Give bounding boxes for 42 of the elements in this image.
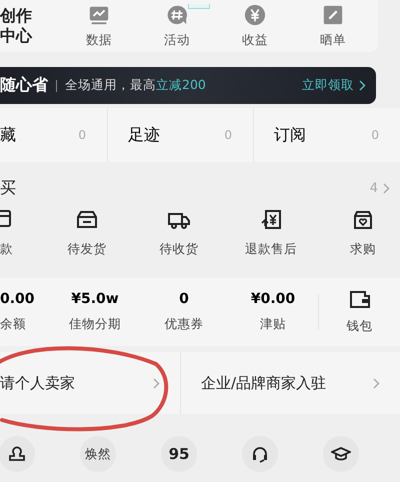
service-button[interactable] [323,436,359,472]
service-button[interactable] [0,436,35,472]
wallet-icon [348,289,370,309]
counter-item[interactable]: 足迹 0 [107,108,253,162]
service-button[interactable]: 焕然 [80,436,116,472]
seller-entry[interactable]: 请个人卖家 [0,352,180,414]
chevron-icon [153,378,160,388]
chevron-icon [383,182,390,194]
pencil-icon [322,4,344,26]
service-button[interactable]: 95 [161,436,197,472]
claim-link[interactable]: 立即领取 [302,77,366,94]
creator-tool[interactable]: 晒单 [320,4,346,48]
hashtag-icon [166,4,188,26]
yen-coin-icon [244,4,266,26]
banner-text: 全场通用，最高立减200 [65,77,206,94]
bag-icon [351,208,375,232]
wallet-item[interactable]: 0.00 余额 [0,291,50,333]
wallet-item[interactable]: ¥0.00 津贴 [228,291,318,333]
creator-tool[interactable]: 数据 [86,4,112,48]
creator-tool[interactable]: 收益 [242,4,268,48]
order-status-item[interactable]: 退款售后 [225,208,317,266]
wallet-item[interactable]: ¥5.0w 佳物分期 [50,291,140,333]
wallet-button[interactable]: 钱包 [319,289,400,335]
wallet-item[interactable]: 0 优惠券 [140,291,228,333]
graduation-cap-icon [331,446,351,462]
order-status-item[interactable]: 求购 [317,208,400,266]
order-status-item[interactable]: 待发货 [41,208,133,266]
stamp-icon [8,445,26,463]
refund-icon [259,208,283,232]
order-status-item[interactable]: 款 [0,208,41,266]
chevron-icon [373,378,380,388]
section-title: 买 [0,178,16,198]
counter-item[interactable]: 藏 0 [0,108,107,162]
creator-tool[interactable]: 活动 [164,4,190,48]
seller-entry[interactable]: 企业/品牌商家入驻 [180,352,400,414]
service-button[interactable] [242,436,278,472]
order-status-item[interactable]: 待收货 [133,208,225,266]
chevron-icon [359,80,366,91]
headset-icon [251,445,269,463]
banner-brand: 随心省 [0,75,48,96]
counter-item[interactable]: 订阅 0 [253,108,400,162]
promo-banner[interactable]: 随心省 全场通用，最高立减200 立即领取 [0,67,376,104]
